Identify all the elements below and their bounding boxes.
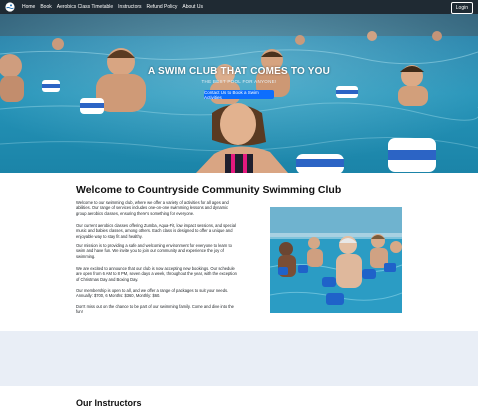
login-button[interactable]: Login [450, 2, 473, 14]
welcome-paragraph: We are excited to announce that our club… [76, 266, 237, 282]
hero-subtitle: THE BEST POOL FOR ANYONE! [201, 79, 277, 84]
welcome-title: Welcome to Countryside Community Swimmin… [76, 184, 342, 196]
nav-instructors[interactable]: Instructors [118, 4, 141, 10]
welcome-paragraph: Our mission is to providing a safe and w… [76, 243, 232, 259]
aqua-aerobics-image [270, 207, 402, 313]
nav-home[interactable]: Home [22, 4, 35, 10]
hero-banner: A SWIM CLUB THAT COMES TO YOU THE BEST P… [0, 14, 478, 173]
swimmer-logo-icon[interactable] [5, 2, 15, 12]
nav-about-us[interactable]: About Us [182, 4, 203, 10]
contact-book-button[interactable]: Contact Us to Book a Swim Activities [204, 90, 274, 100]
welcome-paragraph: Don't miss out on the chance to be part … [76, 304, 234, 315]
section-band [0, 331, 478, 386]
nav-book[interactable]: Book [40, 4, 51, 10]
welcome-paragraph: Our current aerobics classes offering Zu… [76, 223, 236, 239]
instructors-title: Our Instructors [76, 398, 142, 408]
nav-refund-policy[interactable]: Refund Policy [147, 4, 178, 10]
nav-timetable[interactable]: Aerobics Class Timetable [57, 4, 113, 10]
navbar: Home Book Aerobics Class Timetable Instr… [0, 0, 478, 14]
welcome-paragraph: Our membership is open to all, and we of… [76, 288, 229, 299]
hero-title: A SWIM CLUB THAT COMES TO YOU [147, 66, 331, 77]
welcome-paragraph: Welcome to our swimming club, where we o… [76, 200, 229, 216]
nav-links: Home Book Aerobics Class Timetable Instr… [22, 0, 203, 14]
